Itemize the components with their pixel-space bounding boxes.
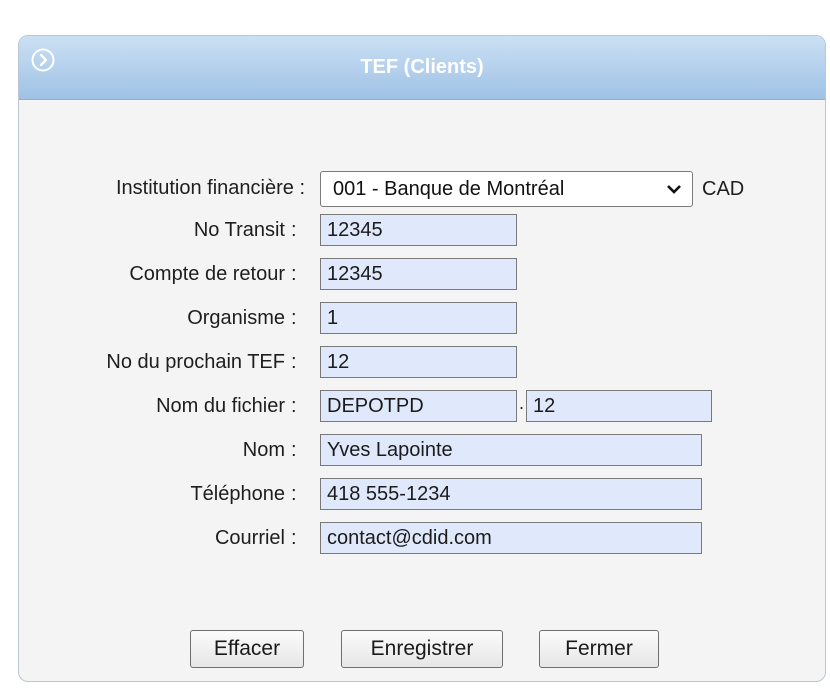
return-account-colon: : [291,263,297,285]
clear-button[interactable]: Effacer [190,630,304,668]
phone-row: Téléphone : 418 555-1234 [19,477,825,511]
file-name-row: Nom du fichier : DEPOTPD . 12 [19,389,825,423]
file-name-input[interactable]: DEPOTPD [320,390,517,422]
phone-colon: : [291,483,297,505]
next-tef-colon: : [291,351,297,373]
file-extension-input[interactable]: 12 [526,390,712,422]
return-account-label: Compte de retour [129,263,285,285]
name-colon: : [291,439,297,461]
organism-row: Organisme : 1 [19,301,825,335]
next-tef-label: No du prochain TEF [106,351,285,373]
next-tef-input[interactable]: 12 [320,346,517,378]
name-input[interactable]: Yves Lapointe [320,434,702,466]
chevron-down-icon [667,185,681,194]
email-row: Courriel : contact@cdid.com [19,521,825,555]
file-name-colon: : [291,395,297,417]
dialog-title: TEF (Clients) [360,56,484,78]
organism-label: Organisme [187,307,285,329]
name-label: Nom [242,439,285,461]
file-name-label: Nom du fichier [156,395,285,417]
transit-input[interactable]: 12345 [320,214,517,246]
institution-row: Institution financière : 001 - Banque de… [19,171,825,207]
save-button[interactable]: Enregistrer [341,630,503,668]
name-row: Nom : Yves Lapointe [19,433,825,467]
transit-label: No Transit [193,219,285,241]
email-colon: : [291,527,297,549]
phone-label: Téléphone [190,483,285,505]
email-input[interactable]: contact@cdid.com [320,522,702,554]
transit-colon: : [291,219,297,241]
organism-colon: : [291,307,297,329]
transit-row: No Transit : 12345 [19,213,825,247]
institution-select[interactable]: 001 - Banque de Montréal [320,171,693,207]
organism-input[interactable]: 1 [320,302,517,334]
tef-clients-dialog: TEF (Clients) Institution financière : 0… [18,35,826,682]
close-button[interactable]: Fermer [539,630,659,668]
currency-label: CAD [702,178,745,200]
email-label: Courriel [214,527,285,549]
next-tef-row: No du prochain TEF : 12 [19,345,825,379]
institution-select-value: 001 - Banque de Montréal [333,178,565,200]
return-account-input[interactable]: 12345 [320,258,517,290]
file-extension-separator: . [519,393,525,413]
title-bar: TEF (Clients) [19,36,825,100]
return-account-row: Compte de retour : 12345 [19,257,825,291]
institution-label: Institution financière : [116,177,305,199]
phone-input[interactable]: 418 555-1234 [320,478,702,510]
